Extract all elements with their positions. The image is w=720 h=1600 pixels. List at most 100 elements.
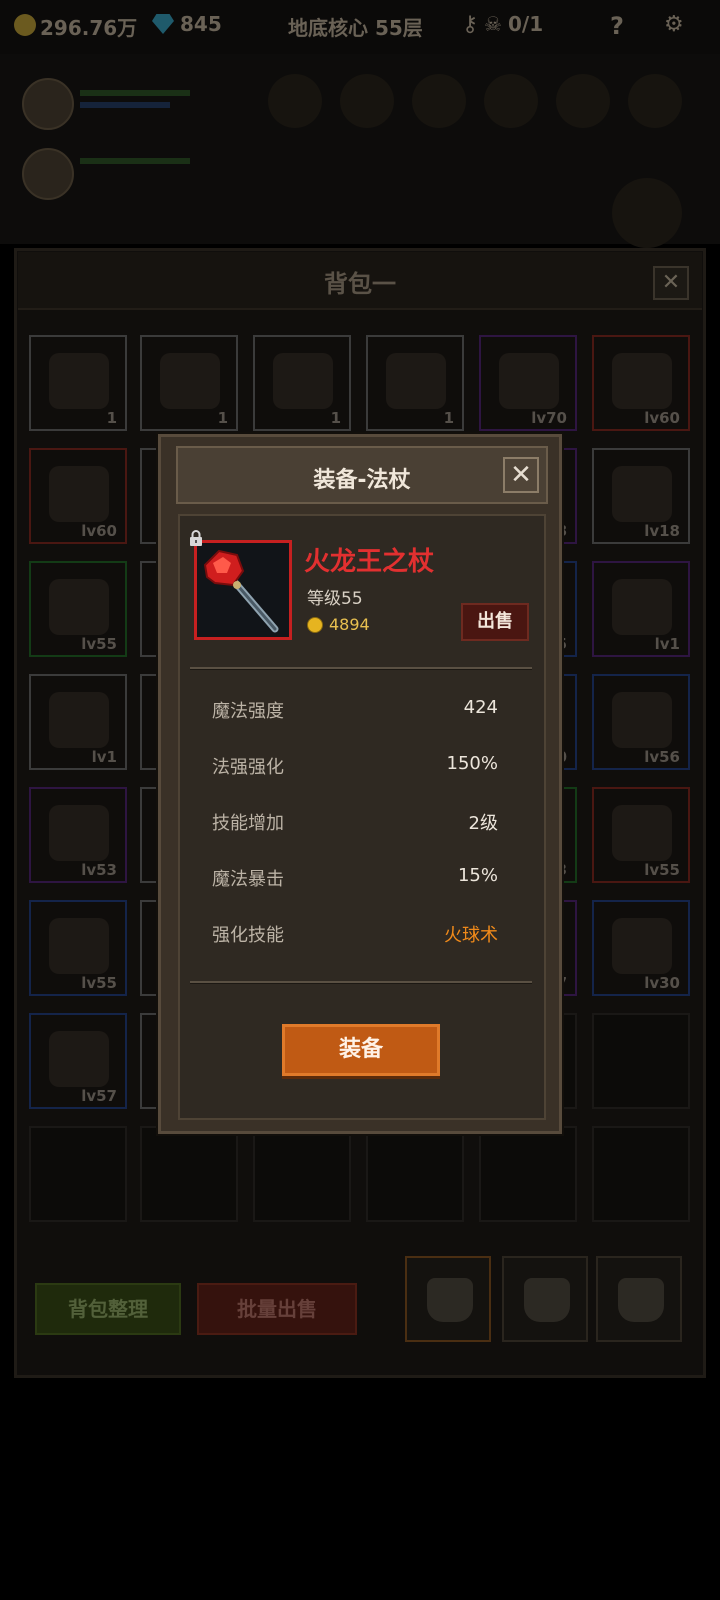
gem-amount: 845 [180,12,222,36]
bag-slot[interactable]: lv18 [592,448,690,544]
item-icon [612,466,672,522]
bag-icon [427,1278,473,1322]
item-price: 4894 [329,615,370,634]
empty-bag-slot[interactable] [592,1013,690,1109]
stat-label: 魔法强度 [212,701,284,722]
equip-slot[interactable] [412,74,466,128]
equip-slot[interactable] [556,74,610,128]
bag-slot[interactable]: lv30 [592,900,690,996]
hero-avatar[interactable] [22,78,74,130]
empty-bag-slot[interactable] [140,1126,238,1222]
equip-slot[interactable] [628,74,682,128]
gold-amount: 296.76万 [40,16,138,40]
bag-slot[interactable]: 1 [366,335,464,431]
slot-count: lv55 [81,974,117,992]
slot-count: lv56 [644,748,680,766]
bag-slot[interactable]: lv56 [592,674,690,770]
item-icon [612,692,672,748]
help-icon[interactable]: ? [610,12,624,40]
empty-bag-slot[interactable] [253,1126,351,1222]
item-icon [160,353,220,409]
settings-icon[interactable]: ⚙ [664,12,684,37]
dialog-title: 装备-法杖 [313,468,411,493]
stat-value: 424 [463,697,498,718]
item-icon [49,692,109,748]
bag-slot[interactable]: lv57 [29,1013,127,1109]
slot-count: 1 [217,409,228,427]
slot-count: lv1 [654,635,680,653]
stat-value: 15% [457,865,498,886]
item-icon [49,579,109,635]
divider [190,981,532,984]
bag-tab-3[interactable] [596,1256,682,1342]
bag-slot[interactable]: 1 [29,335,127,431]
key-count: 0/1 [508,12,544,36]
slot-count: lv53 [81,861,117,879]
stat-value: 2级 [468,813,498,834]
slot-count: 1 [330,409,341,427]
item-icon [49,805,109,861]
item-icon [499,353,559,409]
empty-bag-slot[interactable] [479,1126,577,1222]
item-icon [49,466,109,522]
slot-count: lv30 [644,974,680,992]
hero-health-bar [80,158,190,164]
bag-slot[interactable]: lv55 [29,900,127,996]
equip-slot[interactable] [268,74,322,128]
bag-slot[interactable]: lv70 [479,335,577,431]
bag-slot[interactable]: lv53 [29,787,127,883]
gold-coin-icon [14,14,36,36]
equip-slot[interactable] [484,74,538,128]
item-icon [612,579,672,635]
key-icon: ⚷ [462,12,479,37]
empty-bag-slot[interactable] [29,1126,127,1222]
item-icon [49,918,109,974]
empty-bag-slot[interactable] [366,1126,464,1222]
hero-strip [0,54,720,248]
bag-slot[interactable]: lv55 [29,561,127,657]
bag-tab-2[interactable] [502,1256,588,1342]
item-icon-frame [194,540,292,640]
item-icon [273,353,333,409]
bag-close-button[interactable]: ✕ [653,266,689,300]
equip-button[interactable]: 装备 [282,1024,440,1076]
slot-count: lv18 [644,522,680,540]
bag-slot[interactable]: lv1 [29,674,127,770]
slot-count: lv60 [644,409,680,427]
item-icon [386,353,446,409]
bag-icon [524,1278,570,1322]
empty-bag-slot[interactable] [592,1126,690,1222]
bag-slot[interactable]: lv60 [592,335,690,431]
stat-label: 强化技能 [212,925,284,946]
divider [190,667,532,670]
slot-count: 1 [106,409,117,427]
slot-count: lv70 [531,409,567,427]
bag-slot[interactable]: 1 [140,335,238,431]
stat-label: 魔法暴击 [212,869,284,890]
sort-bag-button[interactable]: 背包整理 [35,1283,181,1335]
monster-portrait [612,178,682,248]
lock-icon[interactable] [188,530,204,546]
item-icon [612,353,672,409]
bag-slot[interactable]: lv60 [29,448,127,544]
slot-count: lv57 [81,1087,117,1105]
bag-slot[interactable]: 1 [253,335,351,431]
dialog-close-button[interactable]: ✕ [503,457,539,493]
slot-count: lv60 [81,522,117,540]
slot-count: lv55 [81,635,117,653]
bag-tab-1[interactable] [405,1256,491,1342]
equip-slot[interactable] [340,74,394,128]
hero-avatar[interactable] [22,148,74,200]
bag-slot[interactable]: lv1 [592,561,690,657]
location-label: 地底核心 55层 [288,16,423,40]
stat-label: 技能增加 [212,813,284,834]
item-name: 火龙王之杖 [304,547,435,577]
bag-slot[interactable]: lv55 [592,787,690,883]
hero-health-bar [80,90,190,96]
hero-mana-bar [80,102,170,108]
skull-icon: ☠ [484,12,502,36]
slot-count: lv55 [644,861,680,879]
gem-icon [152,14,174,34]
sell-button[interactable]: 出售 [461,603,529,641]
batch-sell-button[interactable]: 批量出售 [197,1283,357,1335]
